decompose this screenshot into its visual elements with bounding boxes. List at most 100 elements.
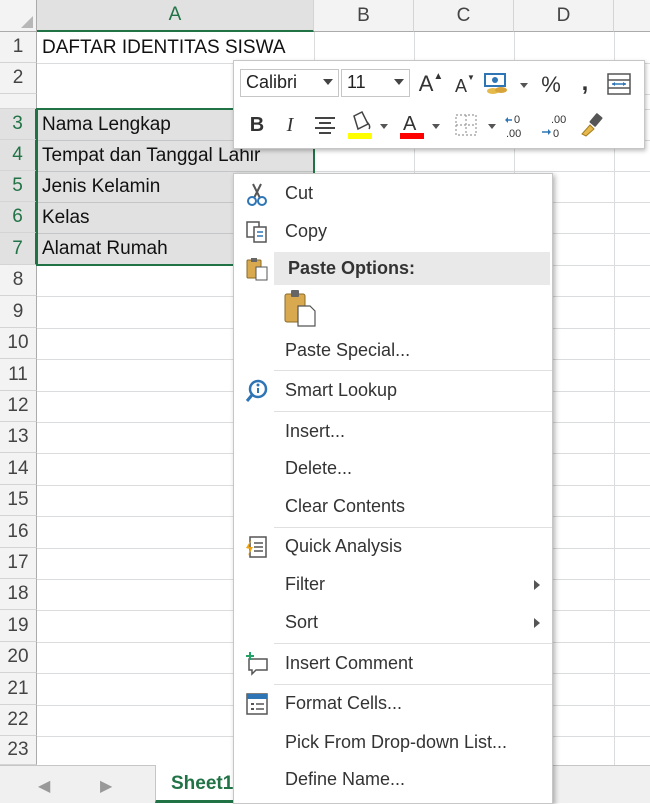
- insert-comment-icon: [246, 652, 268, 676]
- row-header-6[interactable]: 6: [0, 202, 37, 233]
- cell-a3[interactable]: Nama Lengkap: [42, 114, 171, 136]
- menu-item-copy[interactable]: Copy: [234, 214, 552, 250]
- menu-item-sort[interactable]: Sort: [234, 605, 552, 641]
- row-header-10[interactable]: 10: [0, 328, 37, 359]
- decrease-font-size-button[interactable]: A ▼: [452, 73, 478, 99]
- increase-decimal-button[interactable]: 0 .00: [504, 111, 534, 141]
- mini-toolbar: Calibri 11 A ▲ A ▼ % , B I A 0 .00 .00 0: [233, 60, 645, 149]
- align-center-button[interactable]: [310, 111, 340, 139]
- menu-item-pick-from-list[interactable]: Pick From Drop-down List...: [234, 725, 552, 761]
- svg-text:0: 0: [514, 114, 520, 126]
- menu-item-insert-comment[interactable]: Insert Comment: [234, 646, 552, 682]
- accounting-dropdown-icon[interactable]: [520, 83, 528, 88]
- align-center-icon: [315, 117, 335, 134]
- font-color-dropdown-icon[interactable]: [432, 124, 440, 129]
- row-header-15[interactable]: 15: [0, 485, 37, 516]
- menu-item-delete[interactable]: Delete...: [234, 451, 552, 487]
- column-header-a[interactable]: A: [37, 0, 314, 32]
- decrease-decimal-icon: .00 0: [542, 114, 566, 140]
- menu-item-format-cells-label: Format Cells...: [285, 693, 403, 713]
- bold-button[interactable]: B: [244, 111, 270, 139]
- increase-font-size-button[interactable]: A ▲: [417, 71, 445, 97]
- menu-item-smart-lookup[interactable]: Smart Lookup: [234, 373, 552, 409]
- column-header-b[interactable]: B: [314, 0, 414, 32]
- borders-dropdown-icon[interactable]: [488, 124, 496, 129]
- menu-item-clear-contents[interactable]: Clear Contents: [234, 489, 552, 525]
- row-header-4[interactable]: 4: [0, 140, 37, 171]
- chevron-down-icon: [394, 79, 404, 85]
- menu-item-filter[interactable]: Filter: [234, 567, 552, 603]
- row-header-14[interactable]: 14: [0, 453, 37, 485]
- menu-item-insert-comment-label: Insert Comment: [285, 653, 414, 673]
- row-header-12[interactable]: 12: [0, 391, 37, 422]
- paste-options-label: Paste Options:: [288, 258, 416, 278]
- scroll-left-tab-icon[interactable]: ◀: [38, 776, 50, 796]
- font-name-select[interactable]: Calibri: [240, 69, 339, 97]
- row-header-22[interactable]: 22: [0, 705, 37, 736]
- menu-separator: [274, 411, 552, 412]
- row-header-3[interactable]: 3: [0, 109, 37, 140]
- menu-item-define-name[interactable]: Define Name...: [234, 762, 552, 798]
- fill-color-button[interactable]: [346, 109, 374, 141]
- decrease-decimal-button[interactable]: .00 0: [539, 111, 569, 141]
- column-header-d[interactable]: D: [514, 0, 614, 32]
- menu-item-cut[interactable]: Cut: [234, 176, 552, 212]
- font-size-select[interactable]: 11: [341, 69, 410, 97]
- menu-item-paste-special[interactable]: Paste Special...: [234, 333, 552, 369]
- row-header-8[interactable]: 8: [0, 265, 37, 296]
- font-color-button[interactable]: A: [398, 109, 426, 141]
- paste-options-icon-area: [234, 252, 274, 285]
- copy-icon: [246, 221, 267, 243]
- row-header-1[interactable]: 1: [0, 32, 37, 63]
- cell-a4[interactable]: Tempat dan Tanggal Lahir: [42, 145, 260, 167]
- submenu-arrow-icon: [534, 580, 540, 590]
- italic-button[interactable]: I: [277, 111, 303, 139]
- comma-style-button[interactable]: ,: [573, 69, 597, 97]
- row-header-2[interactable]: 2: [0, 63, 37, 94]
- clipboard-icon: [246, 258, 268, 281]
- menu-item-clear-contents-label: Clear Contents: [285, 496, 406, 516]
- row-header-20[interactable]: 20: [0, 642, 37, 673]
- row-header-11[interactable]: 11: [0, 359, 37, 391]
- percent-style-button[interactable]: %: [537, 71, 565, 99]
- fill-color-dropdown-icon[interactable]: [380, 124, 388, 129]
- menu-item-insert[interactable]: Insert...: [234, 414, 552, 450]
- format-painter-button[interactable]: [576, 111, 606, 139]
- accounting-format-button[interactable]: [482, 69, 512, 97]
- row-header-23[interactable]: 23: [0, 736, 37, 765]
- paste-options-header: Paste Options:: [274, 252, 550, 285]
- row-header-7[interactable]: 7: [0, 233, 37, 265]
- context-menu: Cut Copy Paste Options: Paste Special...: [233, 173, 553, 804]
- row-header-18[interactable]: 18: [0, 579, 37, 610]
- row-header-5[interactable]: 5: [0, 171, 37, 202]
- row-header-16[interactable]: 16: [0, 516, 37, 548]
- font-color-icon: A: [400, 113, 424, 139]
- menu-item-copy-label: Copy: [285, 221, 328, 241]
- menu-item-define-name-label: Define Name...: [285, 769, 406, 789]
- row-header-19[interactable]: 19: [0, 610, 37, 642]
- menu-separator: [274, 370, 552, 371]
- merge-center-button[interactable]: [604, 71, 634, 97]
- borders-button[interactable]: [452, 111, 480, 139]
- scroll-right-tab-icon[interactable]: ▶: [100, 776, 112, 796]
- row-header-17[interactable]: 17: [0, 548, 37, 579]
- menu-item-format-cells[interactable]: Format Cells...: [234, 686, 552, 722]
- menu-item-quick-analysis[interactable]: Quick Analysis: [234, 529, 552, 565]
- row-header-21[interactable]: 21: [0, 673, 37, 705]
- cell-a5[interactable]: Jenis Kelamin: [42, 176, 160, 198]
- menu-item-quick-analysis-label: Quick Analysis: [285, 536, 403, 556]
- menu-item-insert-label: Insert...: [285, 421, 346, 441]
- paste-button[interactable]: [282, 288, 322, 330]
- row-header-13[interactable]: 13: [0, 422, 37, 453]
- cell-a1[interactable]: DAFTAR IDENTITAS SISWA: [42, 37, 286, 59]
- column-header-c[interactable]: C: [414, 0, 514, 32]
- cell-a6[interactable]: Kelas: [42, 207, 90, 229]
- select-all-corner[interactable]: [0, 0, 37, 32]
- cell-a7[interactable]: Alamat Rumah: [42, 238, 168, 260]
- borders-icon: [455, 114, 477, 136]
- row-header-9[interactable]: 9: [0, 296, 37, 328]
- menu-separator: [274, 527, 552, 528]
- quick-analysis-icon: [246, 536, 267, 558]
- menu-separator: [274, 643, 552, 644]
- column-header-e[interactable]: [614, 0, 650, 32]
